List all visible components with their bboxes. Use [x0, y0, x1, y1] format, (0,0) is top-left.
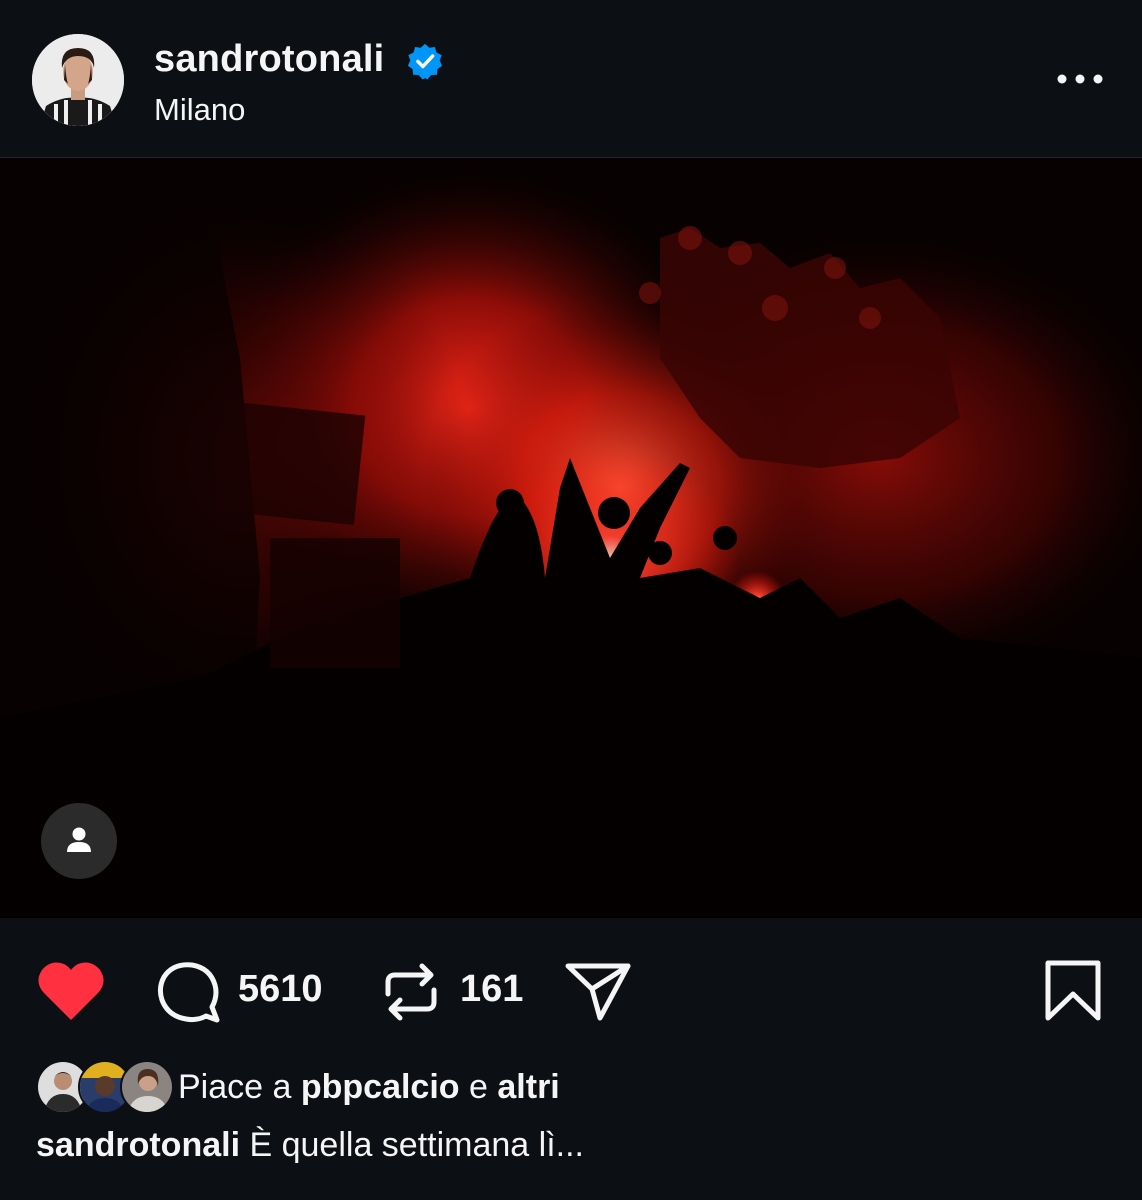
comment-bubble-icon[interactable]: [156, 960, 220, 1024]
more-options-button[interactable]: [1050, 64, 1110, 94]
post-location[interactable]: Milano: [154, 92, 245, 128]
person-icon: [67, 827, 91, 852]
likers-avatars[interactable]: [36, 1060, 176, 1114]
profile-avatar[interactable]: [32, 34, 124, 126]
heart-filled-icon[interactable]: [36, 960, 106, 1022]
likes-summary[interactable]: Piace a pbpcalcio e altri: [178, 1068, 560, 1107]
caption-username[interactable]: sandrotonali: [36, 1126, 240, 1164]
post-caption[interactable]: sandrotonali È quella settimana lì...: [36, 1126, 584, 1165]
post-header: sandrotonali Milano: [0, 0, 1142, 158]
post-actions: 5610 161 Piace a pbpcalcio e altri sandr…: [0, 918, 1142, 1200]
comment-count[interactable]: 5610: [238, 968, 323, 1011]
repost-count[interactable]: 161: [460, 968, 523, 1011]
bookmark-icon[interactable]: [1044, 960, 1102, 1022]
paper-plane-icon[interactable]: [564, 962, 632, 1022]
liker-avatar: [120, 1060, 174, 1114]
post-username[interactable]: sandrotonali: [154, 38, 384, 81]
post-photo[interactable]: [0, 158, 1142, 918]
caption-text: È quella settimana lì...: [249, 1126, 584, 1164]
liker-username-link[interactable]: pbpcalcio: [301, 1068, 460, 1106]
tagged-people-button[interactable]: [41, 803, 117, 879]
likes-others-link[interactable]: altri: [497, 1068, 559, 1106]
likes-prefix: Piace a: [178, 1068, 292, 1106]
likes-conjunction: e: [469, 1068, 488, 1106]
repost-icon[interactable]: [382, 960, 440, 1024]
verified-badge-icon: [406, 42, 444, 80]
